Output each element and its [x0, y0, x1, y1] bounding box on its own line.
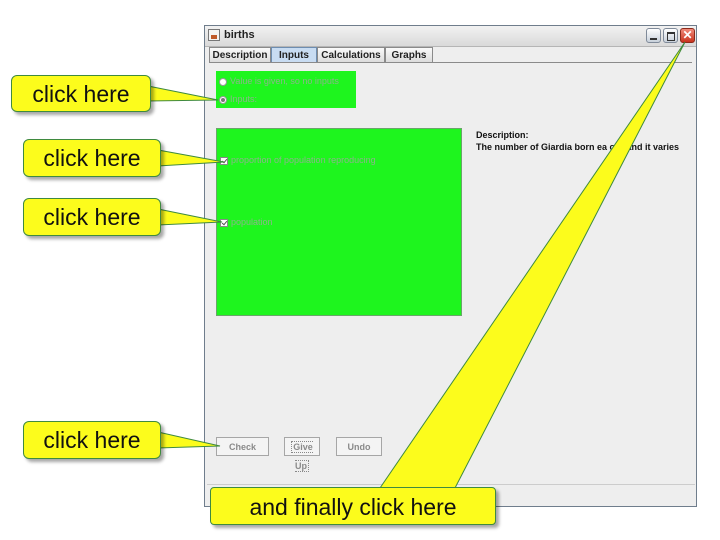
- callout-click-here-2: click here: [23, 139, 161, 177]
- pointer-3: [157, 208, 223, 226]
- callout-click-here-3: click here: [23, 198, 161, 236]
- callout-click-here-4: click here: [23, 421, 161, 459]
- pointer-5: [379, 41, 686, 489]
- pointer-1: [147, 85, 219, 102]
- callout-click-here-1: click here: [11, 75, 151, 112]
- callout-finally-click-here: and finally click here: [210, 487, 496, 525]
- pointer-4: [157, 431, 221, 449]
- pointer-2: [157, 149, 225, 167]
